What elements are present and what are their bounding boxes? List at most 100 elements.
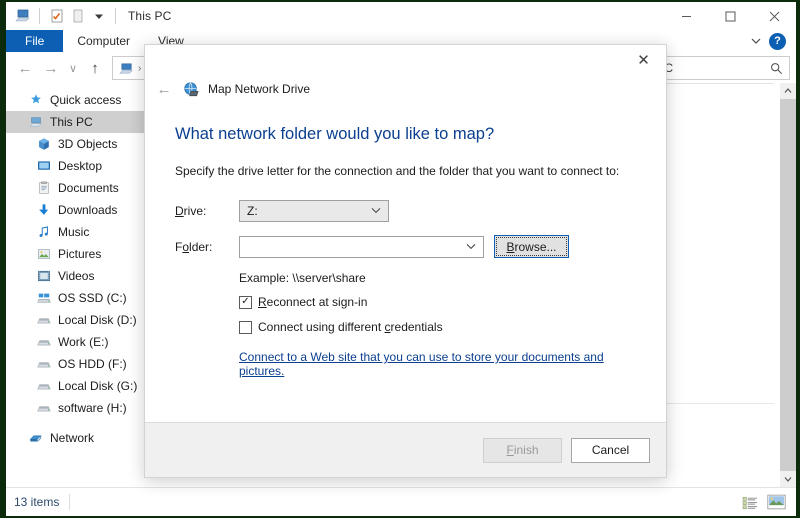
videos-icon <box>36 268 52 284</box>
recent-locations-button[interactable]: ∨ <box>64 55 82 81</box>
forward-button[interactable]: → <box>38 55 64 81</box>
drive-icon <box>36 334 52 350</box>
finish-button[interactable]: Finish <box>483 437 562 463</box>
sidebar-item-quick-access[interactable]: Quick access <box>6 89 153 111</box>
toolbar-divider-2 <box>115 8 116 24</box>
sidebar-label: software (H:) <box>58 401 127 415</box>
documents-icon <box>36 180 52 196</box>
customize-dropdown-icon[interactable] <box>90 8 107 25</box>
sidebar-label: Desktop <box>58 159 103 173</box>
tab-computer[interactable]: Computer <box>63 30 144 52</box>
minimize-button[interactable] <box>664 2 708 30</box>
drive-value: Z: <box>247 204 258 218</box>
properties-icon[interactable] <box>48 8 65 25</box>
window-title: This PC <box>128 9 172 23</box>
map-network-drive-dialog: ✕ ← Map Network Drive What network folde… <box>144 44 667 478</box>
sidebar-label: Network <box>50 431 95 445</box>
new-folder-icon[interactable] <box>69 8 86 25</box>
sidebar-label: OS HDD (F:) <box>58 357 127 371</box>
browse-label: Browse... <box>506 239 557 254</box>
sidebar-label: OS SSD (C:) <box>58 291 127 305</box>
scrollbar-thumb[interactable] <box>780 99 796 471</box>
folder-input[interactable] <box>239 235 484 258</box>
credentials-checkbox[interactable] <box>239 320 252 334</box>
quick-access-toolbar <box>6 8 120 25</box>
finish-label: Finish <box>506 443 539 457</box>
drive-row: Drive: Z: <box>175 200 636 222</box>
chevron-down-icon[interactable] <box>371 206 384 216</box>
drive-select[interactable]: Z: <box>239 200 389 222</box>
credentials-checkbox-row[interactable]: Connect using different credentials <box>239 320 636 334</box>
sidebar-label: Music <box>58 225 90 239</box>
status-divider <box>69 494 71 510</box>
sidebar-label: Pictures <box>58 247 102 261</box>
status-bar: 13 items <box>6 487 796 516</box>
dialog-footer: Finish Cancel <box>145 422 666 477</box>
drive-label: Drive: <box>175 204 207 218</box>
close-button[interactable] <box>752 2 796 30</box>
breadcrumb-separator: › <box>138 62 142 74</box>
this-pc-icon <box>28 114 44 130</box>
sidebar-item-this-pc[interactable]: This PC <box>6 111 153 133</box>
pictures-icon <box>36 246 52 262</box>
sidebar-item-local-disk-d[interactable]: Local Disk (D:) <box>6 309 153 331</box>
3d-objects-icon <box>36 136 52 152</box>
reconnect-checkbox-row[interactable]: ✓ Reconnect at sign-in <box>239 295 636 309</box>
large-icons-view-icon[interactable] <box>764 491 788 513</box>
sidebar-label: Videos <box>58 269 95 283</box>
music-icon <box>36 224 52 240</box>
sidebar-item-desktop[interactable]: Desktop <box>6 155 153 177</box>
sidebar-item-downloads[interactable]: Downloads <box>6 199 153 221</box>
sidebar-item-documents[interactable]: Documents <box>6 177 153 199</box>
windows-drive-icon <box>36 290 52 306</box>
sidebar-item-work-e[interactable]: Work (E:) <box>6 331 153 353</box>
window-controls <box>664 2 796 30</box>
sidebar-label: 3D Objects <box>58 137 118 151</box>
drive-icon <box>36 312 52 328</box>
map-network-drive-icon <box>183 81 200 98</box>
sidebar-item-3d-objects[interactable]: 3D Objects <box>6 133 153 155</box>
star-pin-icon <box>28 92 44 108</box>
dialog-body: What network folder would you like to ma… <box>145 103 666 422</box>
computer-icon[interactable] <box>14 8 31 25</box>
back-arrow-icon[interactable]: ← <box>153 78 175 100</box>
sidebar-label: Work (E:) <box>58 335 109 349</box>
sidebar-label: Local Disk (G:) <box>58 379 138 393</box>
scroll-down-arrow[interactable] <box>780 471 796 487</box>
sidebar-item-local-disk-g[interactable]: Local Disk (G:) <box>6 375 153 397</box>
dialog-title: Map Network Drive <box>208 82 311 96</box>
dialog-close-icon[interactable]: ✕ <box>621 45 666 75</box>
help-icon[interactable]: ? <box>769 32 786 50</box>
navigation-pane: Quick access This PC 3D Objects Desktop … <box>6 83 153 487</box>
maximize-button[interactable] <box>708 2 752 30</box>
tab-file[interactable]: File <box>6 30 64 52</box>
scroll-up-arrow[interactable] <box>780 83 796 99</box>
drive-icon <box>36 378 52 394</box>
sidebar-item-music[interactable]: Music <box>6 221 153 243</box>
sidebar-label: Local Disk (D:) <box>58 313 137 327</box>
sidebar-item-software-h[interactable]: software (H:) <box>6 397 153 419</box>
chevron-down-icon[interactable] <box>466 242 479 252</box>
reconnect-checkbox[interactable]: ✓ <box>239 295 252 309</box>
sidebar-item-pictures[interactable]: Pictures <box>6 243 153 265</box>
browse-button[interactable]: Browse... <box>494 235 569 258</box>
up-button[interactable]: ↑ <box>82 55 108 81</box>
sidebar-item-network[interactable]: Network <box>6 427 153 449</box>
desktop-icon <box>36 158 52 174</box>
ribbon-right-controls: ? <box>745 30 796 52</box>
chevron-down-icon[interactable] <box>745 30 767 52</box>
details-view-icon[interactable] <box>738 491 762 513</box>
sidebar-item-os-hdd-f[interactable]: OS HDD (F:) <box>6 353 153 375</box>
web-site-link[interactable]: Connect to a Web site that you can use t… <box>239 350 636 378</box>
sidebar-item-videos[interactable]: Videos <box>6 265 153 287</box>
dialog-header: ← Map Network Drive <box>145 75 666 103</box>
sidebar-label: This PC <box>50 115 93 129</box>
vertical-scrollbar[interactable] <box>780 83 796 487</box>
downloads-icon <box>36 202 52 218</box>
cancel-button[interactable]: Cancel <box>571 437 650 463</box>
view-mode-buttons <box>738 491 788 513</box>
back-button[interactable]: ← <box>12 55 38 81</box>
title-bar: This PC <box>6 2 796 30</box>
search-icon[interactable] <box>770 62 783 75</box>
sidebar-item-os-ssd-c[interactable]: OS SSD (C:) <box>6 287 153 309</box>
